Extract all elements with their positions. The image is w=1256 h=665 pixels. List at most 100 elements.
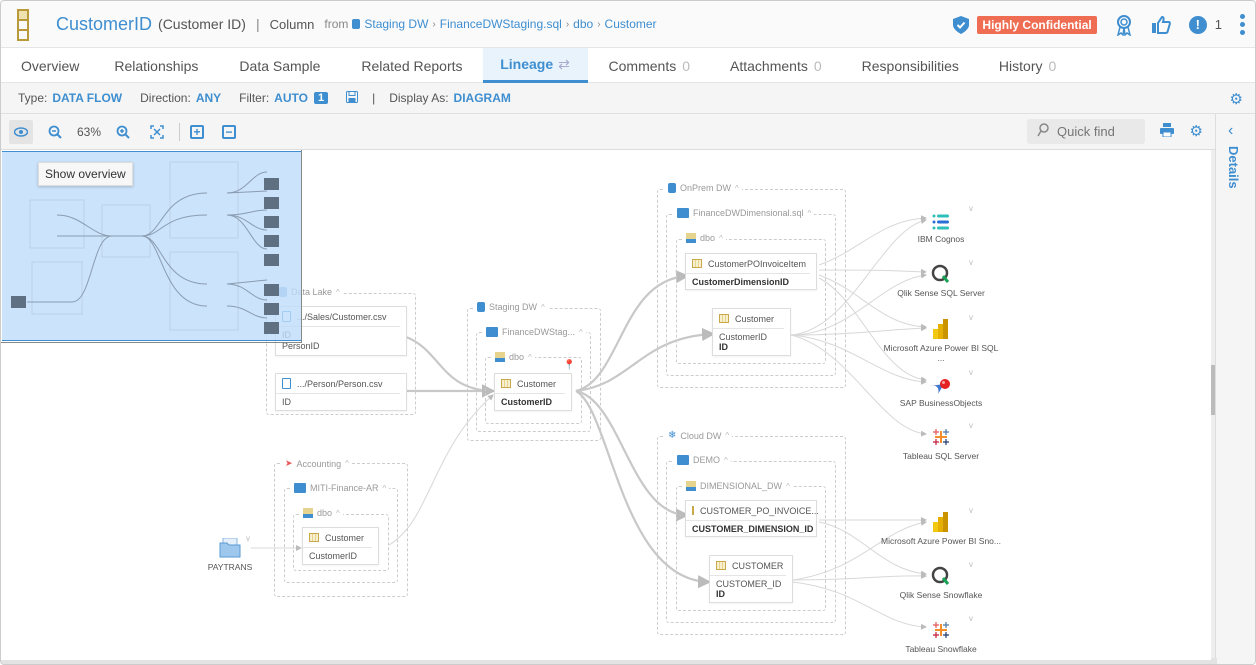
filter-dropdown[interactable]: AUTO — [274, 91, 308, 105]
target-node[interactable]: Microsoft Azure Power BI Sno... v — [881, 506, 1001, 546]
tab-related-reports[interactable]: Related Reports — [361, 48, 482, 83]
zoom-out-icon[interactable] — [43, 120, 67, 144]
chevron-up-icon[interactable]: ^ — [786, 482, 790, 491]
chevron-up-icon[interactable]: ^ — [735, 184, 739, 193]
tab-attachments[interactable]: Attachments 0 — [730, 48, 862, 83]
column-item[interactable]: CustomerDimensionID — [686, 274, 816, 287]
group-header[interactable]: dbo ^ — [492, 352, 535, 362]
chevron-down-icon[interactable]: v — [969, 258, 973, 267]
table-node[interactable]: Customer CustomerID ID — [712, 308, 791, 356]
column-item[interactable]: ID — [710, 589, 792, 599]
classification-badge[interactable]: Highly Confidential — [977, 15, 1097, 34]
tab-lineage[interactable]: Lineage ⇄ — [482, 48, 588, 83]
group-header[interactable]: MITI-Finance-AR ^ — [291, 483, 390, 493]
chevron-up-icon[interactable]: ^ — [725, 431, 729, 440]
group-header[interactable]: ➤ Accounting ^ — [282, 458, 352, 469]
chevron-down-icon[interactable]: v — [969, 560, 973, 569]
print-icon[interactable] — [1160, 123, 1174, 141]
table-node[interactable]: Customer CustomerID — [494, 373, 572, 411]
table-node[interactable]: CUSTOMER CUSTOMER_ID ID — [709, 555, 793, 603]
filter-count-badge[interactable]: 1 — [313, 92, 329, 104]
file-node[interactable]: .../Person/Person.csv ID — [275, 373, 407, 411]
tab-relationships[interactable]: Relationships — [114, 48, 239, 83]
tab-responsibilities[interactable]: Responsibilities — [862, 48, 999, 83]
target-node[interactable]: Qlik Sense SQL Server v — [881, 258, 1001, 298]
group-header[interactable]: dbo ^ — [683, 233, 726, 243]
column-item[interactable]: CustomerID — [495, 394, 571, 407]
gear-icon[interactable]: ⚙ — [1190, 122, 1203, 140]
details-panel-toggle[interactable]: ‹ Details — [1215, 114, 1255, 664]
column-item[interactable]: CUSTOMER_ID — [710, 576, 792, 589]
chevron-up-icon[interactable]: ^ — [528, 353, 532, 362]
table-node[interactable]: Customer CustomerID — [302, 527, 379, 565]
overview-minimap[interactable]: Show overview — [2, 151, 302, 341]
chevron-down-icon[interactable]: v — [969, 614, 973, 623]
breadcrumb-item[interactable]: Customer — [605, 17, 657, 31]
chevron-up-icon[interactable]: ^ — [724, 456, 728, 465]
fit-to-screen-icon[interactable] — [145, 120, 169, 144]
direction-dropdown[interactable]: ANY — [196, 91, 221, 105]
tab-comments[interactable]: Comments 0 — [588, 48, 730, 83]
chevron-down-icon[interactable]: v — [969, 204, 973, 213]
group-label: Staging DW — [489, 302, 538, 312]
thumbs-up-icon[interactable] — [1151, 15, 1171, 34]
breadcrumb-item[interactable]: dbo — [573, 17, 593, 31]
chevron-up-icon[interactable]: ^ — [541, 303, 545, 312]
chevron-down-icon[interactable]: v — [969, 506, 973, 515]
group-header[interactable]: DEMO ^ — [674, 455, 731, 465]
save-icon[interactable] — [346, 90, 359, 106]
chevron-left-icon[interactable]: ‹ — [1228, 122, 1233, 140]
chevron-up-icon[interactable]: ^ — [383, 484, 387, 493]
group-header[interactable]: OnPrem DW ^ — [665, 183, 742, 193]
chevron-down-icon[interactable]: v — [969, 368, 973, 377]
target-node[interactable]: IBM Cognos v — [881, 204, 1001, 244]
chevron-up-icon[interactable]: ^ — [719, 234, 723, 243]
target-node[interactable]: Tableau SQL Server v — [881, 421, 1001, 461]
breadcrumb-item[interactable]: FinanceDWStaging.sql — [440, 17, 562, 31]
tab-data-sample[interactable]: Data Sample — [239, 48, 361, 83]
breadcrumb-item[interactable]: Staging DW — [364, 17, 428, 31]
group-header[interactable]: DIMENSIONAL_DW ^ — [683, 481, 793, 491]
expand-all-icon[interactable]: + — [190, 124, 205, 139]
target-node[interactable]: SAP BusinessObjects v — [881, 368, 1001, 408]
table-node[interactable]: CustomerPOInvoiceItem CustomerDimensionI… — [685, 253, 817, 290]
certify-ribbon-icon[interactable] — [1115, 14, 1133, 36]
type-dropdown[interactable]: DATA FLOW — [52, 91, 122, 105]
gear-icon[interactable]: ⚙ — [1230, 90, 1243, 108]
table-node[interactable]: CUSTOMER_PO_INVOICE... CUSTOMER_DIMENSIO… — [685, 500, 819, 537]
tab-overview[interactable]: Overview — [1, 48, 114, 83]
column-item[interactable]: ID — [713, 342, 790, 352]
column-item[interactable]: ID — [276, 394, 406, 407]
issues-indicator[interactable]: ! 1 — [1188, 15, 1222, 34]
more-options-icon[interactable] — [1240, 14, 1245, 35]
chevron-up-icon[interactable]: ^ — [336, 509, 340, 518]
collapse-all-icon[interactable]: − — [222, 124, 237, 139]
chevron-up-icon[interactable]: ^ — [336, 288, 340, 297]
group-header[interactable]: dbo ^ — [300, 508, 343, 518]
quick-find-field[interactable] — [1027, 119, 1145, 144]
chevron-up-icon[interactable]: ^ — [808, 209, 812, 218]
zoom-in-icon[interactable] — [111, 120, 135, 144]
target-node[interactable]: Tableau Snowflake v — [881, 614, 1001, 654]
database-icon — [352, 19, 361, 29]
chevron-down-icon[interactable]: v — [246, 534, 250, 543]
group-header[interactable]: Staging DW ^ — [474, 302, 548, 312]
column-item[interactable]: CustomerID — [713, 329, 790, 342]
target-node[interactable]: Microsoft Azure Power BI SQL ... v — [881, 313, 1001, 363]
chevron-down-icon[interactable]: v — [969, 421, 973, 430]
group-header[interactable]: FinanceDWStag... ^ — [483, 327, 586, 337]
group-header[interactable]: ❄ Cloud DW ^ — [665, 430, 733, 441]
lineage-diagram-canvas[interactable]: Data Lake^ .../Sales/Customer.csv ID Per… — [1, 150, 1211, 660]
target-node[interactable]: Qlik Sense Snowflake v — [881, 560, 1001, 600]
tab-history[interactable]: History 0 — [999, 48, 1076, 83]
group-header[interactable]: FinanceDWDimensional.sql ^ — [674, 208, 815, 218]
column-item[interactable]: CUSTOMER_DIMENSION_ID — [686, 521, 816, 534]
chevron-up-icon[interactable]: ^ — [345, 459, 349, 468]
chevron-up-icon[interactable]: ^ — [579, 328, 583, 337]
quick-find-input[interactable] — [1057, 124, 1137, 139]
column-item[interactable]: CustomerID — [303, 548, 378, 561]
eye-icon[interactable] — [9, 119, 33, 144]
chevron-down-icon[interactable]: v — [969, 313, 973, 322]
display-as-dropdown[interactable]: DIAGRAM — [454, 91, 511, 105]
source-node-paytrans[interactable]: PAYTRANS v — [170, 534, 290, 572]
